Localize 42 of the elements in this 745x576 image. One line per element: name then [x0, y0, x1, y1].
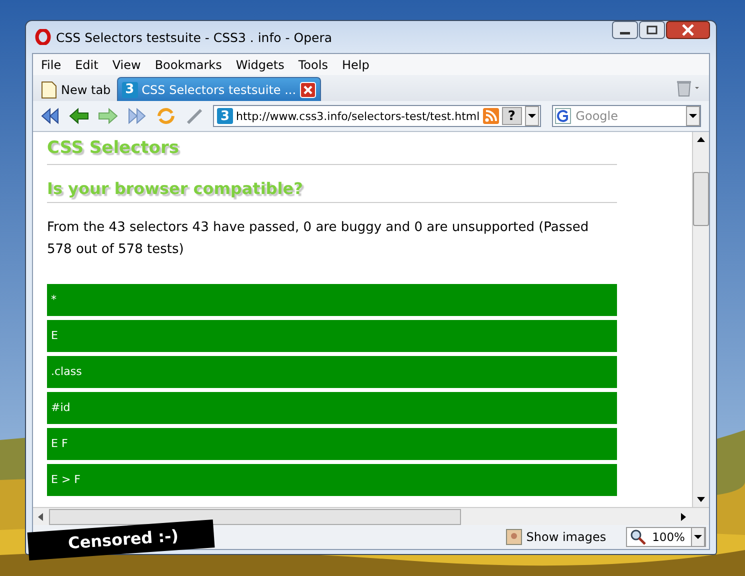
result-row: #id [47, 392, 617, 424]
close-tab-icon[interactable] [300, 82, 316, 98]
rewind-icon[interactable] [39, 106, 61, 126]
result-row: E F [47, 428, 617, 460]
fast-forward-icon[interactable] [126, 106, 148, 126]
back-arrow-icon[interactable] [68, 106, 90, 126]
magnifier-icon [630, 529, 646, 545]
page-heading: CSS Selectors [47, 132, 617, 165]
image-icon[interactable] [506, 529, 522, 545]
window-title: CSS Selectors testsuite - CSS3 . info - Opera [56, 30, 332, 44]
menu-item[interactable]: Bookmarks [148, 58, 229, 72]
close-icon[interactable] [666, 21, 710, 39]
menu-item[interactable]: Widgets [228, 58, 292, 72]
help-button[interactable]: ? [502, 107, 522, 125]
result-row: E [47, 320, 617, 352]
minimize-icon[interactable] [612, 21, 638, 39]
show-images-button[interactable]: Show images [526, 530, 606, 544]
opera-logo-icon [35, 29, 51, 45]
google-icon [554, 108, 571, 124]
summary-text: From the 43 selectors 43 have passed, 0 are buggy and 0 are unsupported (Passed 578 out of 578 tests) [47, 219, 590, 259]
rss-icon[interactable] [482, 108, 499, 124]
maximize-icon[interactable] [639, 21, 665, 39]
menu-item[interactable]: Tools [291, 58, 335, 72]
scrollbar-thumb[interactable] [693, 172, 709, 226]
scrollbar-thumb[interactable] [49, 509, 461, 525]
menu-item[interactable]: Edit [68, 58, 106, 72]
menu-item[interactable]: View [105, 58, 148, 72]
result-row: E > F [47, 464, 617, 496]
page-subheading: Is your browser compatible? [47, 165, 617, 203]
site-icon: 3 [217, 108, 233, 124]
forward-arrow-icon[interactable] [97, 106, 119, 126]
menu-item[interactable]: File [34, 58, 68, 72]
zoom-field[interactable]: 100% [626, 527, 706, 547]
tab[interactable]: 3 CSS Selectors testsuite ... [116, 77, 322, 101]
result-row: .class [47, 356, 617, 388]
page-icon [41, 80, 57, 98]
trash-icon[interactable] [675, 79, 701, 97]
site-icon: 3 [122, 82, 138, 98]
tab[interactable]: New tab [37, 78, 115, 101]
address-field[interactable]: 3 http://www.css3.info/selectors-test/test.html ? [213, 105, 541, 127]
result-row: * [47, 284, 617, 316]
menu-item[interactable]: Help [334, 58, 376, 72]
